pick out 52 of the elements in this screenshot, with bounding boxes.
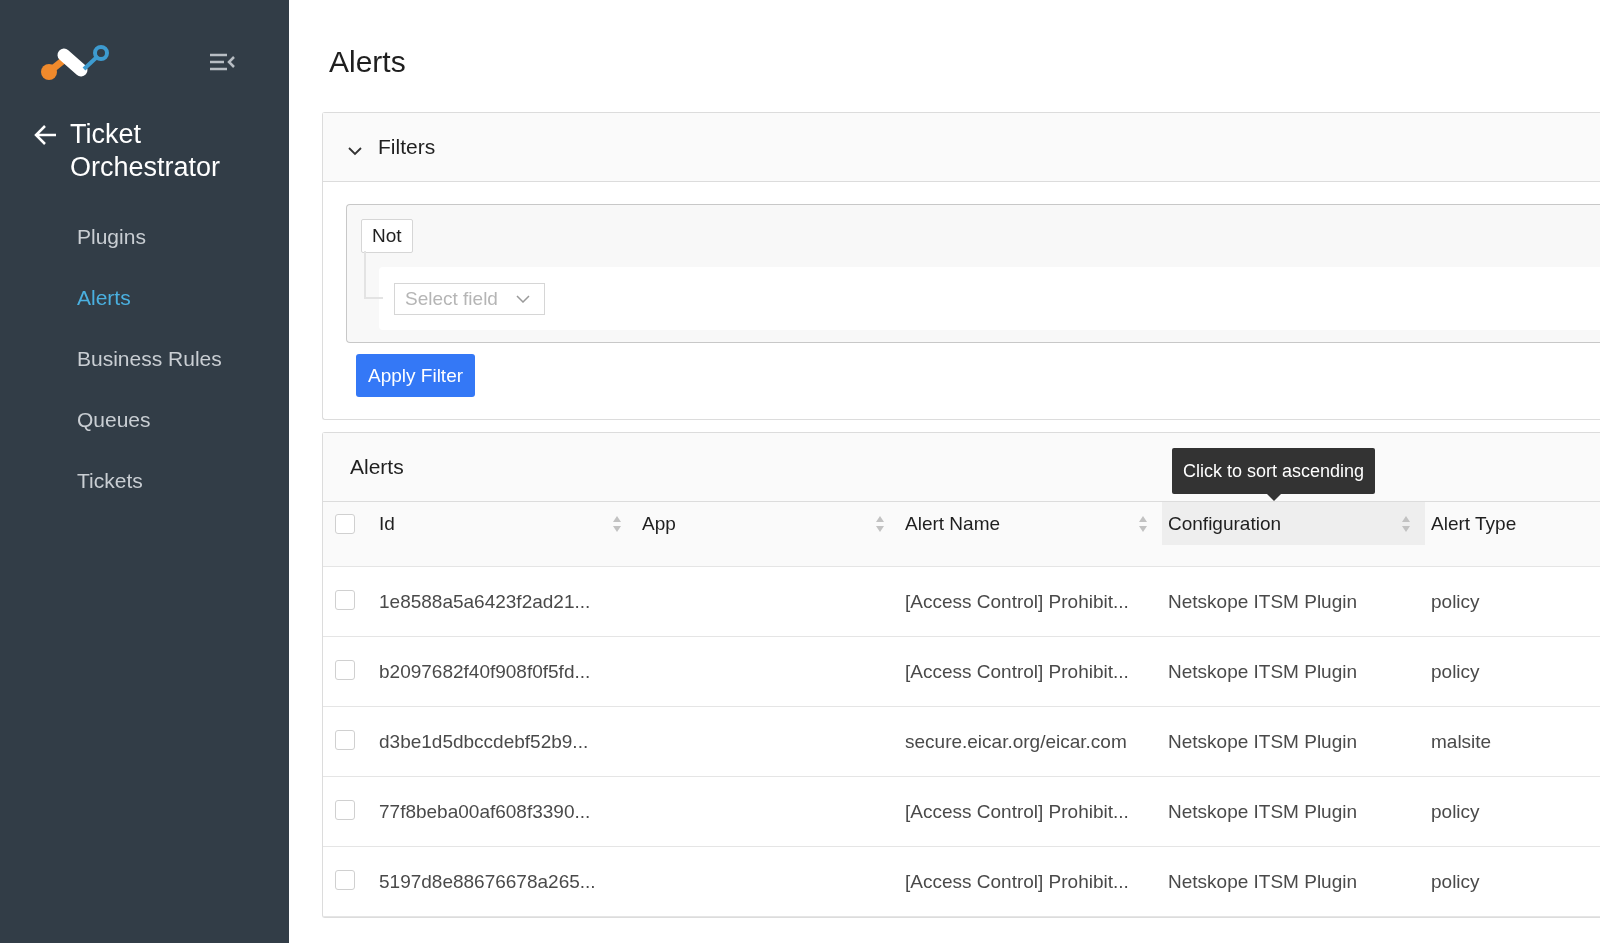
table-cell-text: Netskope ITSM Plugin [1167, 730, 1359, 753]
column-header[interactable]: Configuration [1162, 502, 1425, 545]
table-cell-text: 1e8588a5a6423f2ad21... [378, 590, 592, 613]
filters-title[interactable]: Filters [378, 135, 436, 159]
sort-icon[interactable] [1138, 514, 1148, 533]
tooltip-arrow-icon [1266, 494, 1281, 501]
checkbox[interactable] [335, 659, 355, 680]
column-header[interactable]: Alert Name [899, 502, 1162, 545]
chevron-down-icon [515, 294, 530, 303]
back-arrow-icon[interactable] [34, 123, 58, 147]
not-toggle[interactable]: Not [361, 219, 413, 253]
sort-icon[interactable] [612, 514, 622, 533]
table-cell-text: policy [1430, 660, 1481, 683]
sidebar-item[interactable]: Queues [77, 389, 151, 450]
table-cell-text: b2097682f40f908f0f5fd... [378, 660, 592, 683]
column-header[interactable]: Id [373, 502, 636, 545]
table-cell-text: d3be1d5dbccdebf52b9... [378, 730, 590, 753]
table-cell-text: [Access Control] Prohibit... [904, 870, 1130, 893]
table-cell-text: Netskope ITSM Plugin [1167, 660, 1359, 683]
sidebar-item[interactable]: Business Rules [77, 328, 222, 389]
page-title: Alerts [328, 44, 406, 80]
table-cell-text: policy [1430, 870, 1481, 893]
sort-tooltip: Click to sort ascending [1172, 448, 1376, 494]
checkbox[interactable] [335, 513, 355, 534]
checkbox[interactable] [335, 729, 355, 750]
sidebar-item[interactable]: Alerts [77, 267, 131, 328]
checkbox[interactable] [335, 589, 355, 610]
table-cell-text: secure.eicar.org/eicar.com [904, 730, 1128, 753]
table-cell-text: Netskope ITSM Plugin [1167, 870, 1359, 893]
table-cell-text: Netskope ITSM Plugin [1167, 800, 1359, 823]
column-header[interactable]: App [636, 502, 899, 545]
table-cell-text: Netskope ITSM Plugin [1167, 590, 1359, 613]
column-header[interactable]: Alert Type [1425, 502, 1600, 545]
table-title: Alerts [349, 455, 404, 479]
table-cell-text: 5197d8e88676678a265... [378, 870, 597, 893]
table-cell-text: malsite [1430, 730, 1493, 753]
table-cell-text: [Access Control] Prohibit... [904, 590, 1130, 613]
sidebar-item[interactable]: Tickets [77, 450, 143, 511]
table-cell-text: policy [1430, 590, 1481, 613]
app-logo [40, 43, 110, 81]
table-cell-text: policy [1430, 800, 1481, 823]
table-cell-text: [Access Control] Prohibit... [904, 800, 1130, 823]
checkbox[interactable] [335, 799, 355, 820]
sort-icon[interactable] [875, 514, 885, 533]
sidebar-item[interactable]: Plugins [77, 206, 146, 267]
checkbox[interactable] [335, 869, 355, 890]
app-section-title: Ticket Orchestrator [70, 118, 222, 184]
table-cell-text: [Access Control] Prohibit... [904, 660, 1130, 683]
apply-filter-button[interactable]: Apply Filter [356, 354, 476, 397]
table-cell-text: 77f8beba00af608f3390... [378, 800, 592, 823]
menu-collapse-icon[interactable] [209, 52, 235, 72]
sort-icon[interactable] [1401, 514, 1411, 533]
